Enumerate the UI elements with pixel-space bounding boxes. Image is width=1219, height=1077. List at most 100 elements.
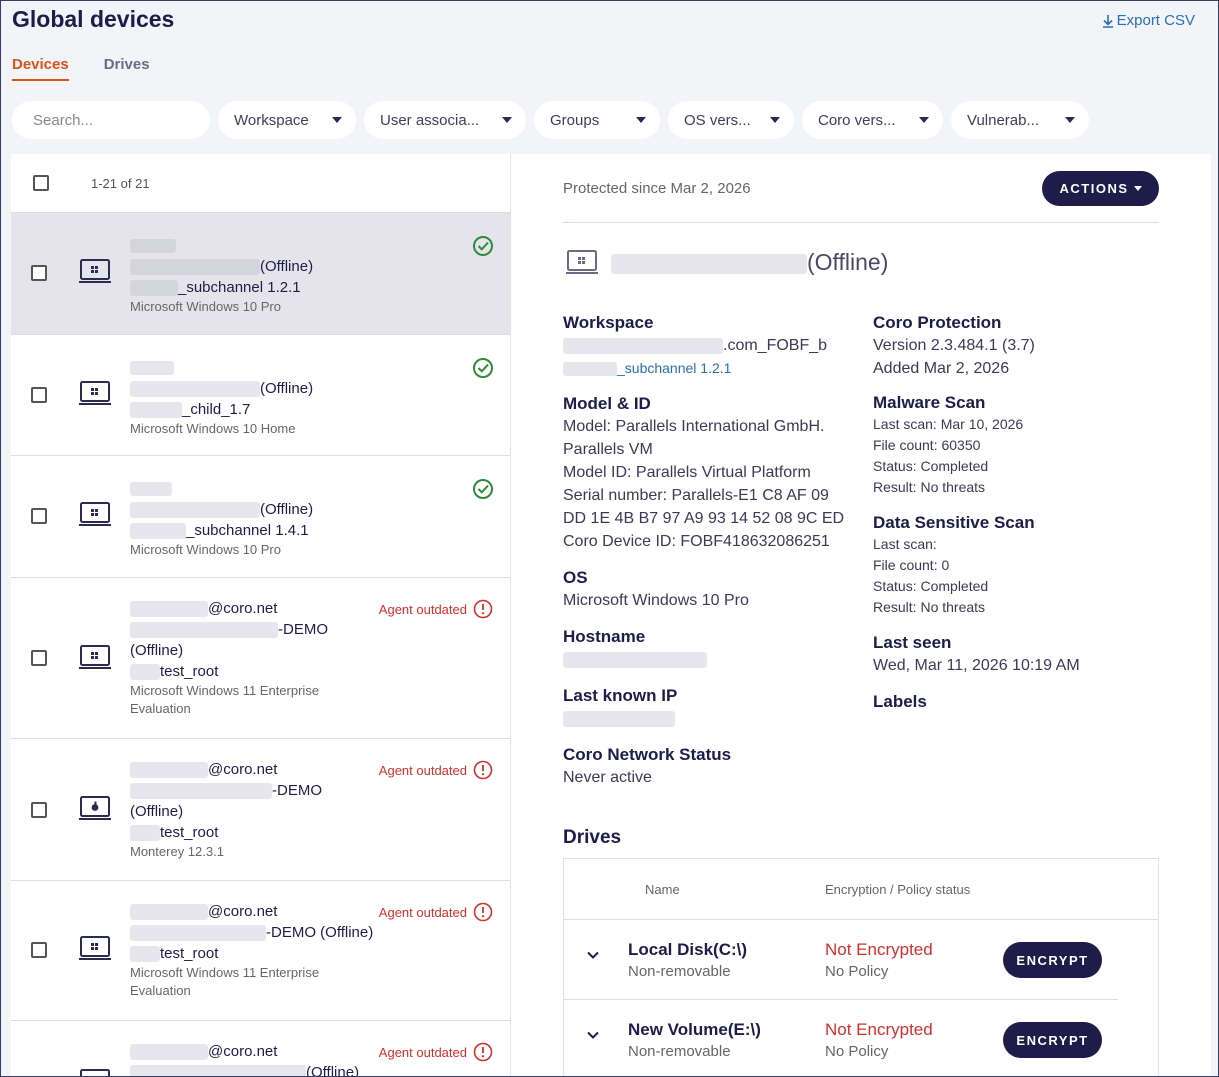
coro-protection-heading: Coro Protection [873, 313, 1002, 332]
agent-outdated-label: Agent outdated [378, 904, 467, 920]
network-status-heading: Coro Network Status [563, 745, 732, 764]
agent-outdated-badge: Agent outdated [379, 1042, 493, 1062]
agent-outdated-label: Agent outdated [378, 1044, 467, 1060]
groups-filter[interactable]: Groups [534, 101, 660, 139]
device-user: @coro.net [208, 903, 278, 920]
serial-number: Serial number: Parallels-E1 C8 AF 09 [563, 487, 829, 504]
workspace-value: .com_FOBF_b [723, 337, 828, 354]
warning-icon [473, 1042, 493, 1062]
dss-status: Status: Completed [873, 578, 989, 594]
policy-status: No Policy [825, 963, 889, 980]
model-line: Parallels VM [563, 441, 653, 458]
apple-laptop-icon [79, 796, 111, 820]
device-title-status: (Offline) [807, 249, 889, 275]
user-association-filter[interactable]: User associa... [364, 101, 526, 139]
drive-type: Non-removable [628, 1043, 731, 1060]
page-title: Global devices [12, 6, 175, 32]
device-row[interactable]: @coro.net -DEMO (Offline) test_root Micr… [11, 578, 510, 739]
vulnerability-filter[interactable]: Vulnerab... [951, 101, 1089, 139]
windows-laptop-icon [566, 249, 598, 274]
device-row[interactable]: @coro.net -DEMO (Offline) test_root Mont… [11, 739, 510, 881]
coro-version-filter[interactable]: Coro vers... [802, 101, 943, 139]
windows-laptop-icon [79, 936, 111, 960]
caret-down-icon [919, 117, 929, 123]
model-line: Model: Parallels International GmbH. [563, 418, 825, 435]
tab-devices[interactable]: Devices [12, 56, 69, 81]
export-csv-label: Export CSV [1116, 12, 1195, 29]
device-workspace: _subchannel 1.4.1 [186, 522, 309, 539]
encryption-status: Not Encrypted [825, 940, 933, 959]
select-all-checkbox[interactable] [33, 175, 49, 191]
row-checkbox[interactable] [31, 942, 47, 958]
caret-down-icon [1065, 117, 1075, 123]
workspace-link[interactable]: _subchannel 1.2.1 [563, 357, 853, 379]
device-os: Microsoft Windows 11 Enterprise [130, 683, 320, 698]
device-list: 1-21 of 21 (Offline) _subchannel 1.2.1 M… [11, 154, 511, 1077]
os-value: Microsoft Windows 10 Pro [563, 592, 749, 609]
encrypt-button[interactable]: ENCRYPT [1003, 942, 1102, 978]
hostname-heading: Hostname [563, 627, 646, 646]
last-seen-heading: Last seen [873, 633, 952, 652]
policy-status: No Policy [825, 1043, 889, 1060]
workspace-filter[interactable]: Workspace [218, 101, 356, 139]
model-id: Model ID: Parallels Virtual Platform [563, 464, 811, 481]
device-row[interactable]: @coro.net (Offline) Agent outdated [11, 1021, 510, 1077]
chevron-down-icon[interactable] [586, 950, 600, 960]
drive-row: Local Disk(C:\) Non-removable Not Encrypt… [564, 920, 1118, 1000]
vulnerability-filter-label: Vulnerab... [967, 111, 1039, 129]
labels-heading: Labels [873, 692, 927, 711]
device-os: Microsoft Windows 10 Pro [130, 542, 281, 557]
device-info: @coro.net -DEMO (Offline) test_root Mont… [130, 759, 322, 861]
caret-down-icon [332, 117, 342, 123]
device-row[interactable]: (Offline) _subchannel 1.4.1 Microsoft Wi… [11, 456, 510, 578]
actions-button[interactable]: ACTIONS [1042, 171, 1159, 206]
row-checkbox[interactable] [31, 650, 47, 666]
device-host: -DEMO [278, 621, 328, 638]
row-checkbox[interactable] [31, 802, 47, 818]
os-version-filter[interactable]: OS vers... [668, 101, 794, 139]
row-checkbox[interactable] [31, 387, 47, 403]
device-user: @coro.net [208, 600, 278, 617]
warning-icon [473, 902, 493, 922]
workspace-link-text: _subchannel 1.2.1 [617, 360, 732, 376]
coro-device-id: Coro Device ID: FOBF418632086251 [563, 533, 830, 550]
search-input[interactable]: Search... [12, 101, 210, 139]
device-row[interactable]: (Offline) _child_1.7 Microsoft Windows 1… [11, 335, 510, 456]
device-status: (Offline) [130, 642, 184, 659]
workspace-filter-label: Workspace [234, 111, 309, 129]
export-csv-button[interactable]: Export CSV [1102, 12, 1195, 29]
device-workspace: _subchannel 1.2.1 [178, 279, 301, 296]
device-status: (Offline) [260, 380, 314, 397]
agent-outdated-label: Agent outdated [378, 601, 467, 617]
device-info: @coro.net -DEMO (Offline) test_root Micr… [130, 598, 328, 718]
agent-outdated-badge: Agent outdated [379, 760, 493, 780]
agent-outdated-label: Agent outdated [378, 762, 467, 778]
malware-result: Result: No threats [873, 479, 986, 495]
caret-down-icon [770, 117, 780, 123]
encrypt-button[interactable]: ENCRYPT [1003, 1022, 1102, 1058]
malware-file-count: File count: 60350 [873, 437, 981, 453]
device-row[interactable]: @coro.net -DEMO (Offline) test_root Micr… [11, 881, 510, 1021]
download-icon [1102, 14, 1113, 28]
last-ip-heading: Last known IP [563, 686, 678, 705]
actions-label: ACTIONS [1059, 181, 1129, 196]
device-title: (Offline) [565, 249, 888, 276]
dss-last-scan: Last scan: [873, 536, 937, 552]
device-row[interactable]: (Offline) _subchannel 1.2.1 Microsoft Wi… [11, 213, 510, 335]
device-status: (Offline) [306, 1064, 360, 1077]
caret-down-icon [1133, 186, 1142, 191]
dss-file-count: File count: 0 [873, 557, 950, 573]
row-checkbox[interactable] [31, 265, 47, 281]
tab-drives[interactable]: Drives [104, 56, 150, 81]
coro-version: Version 2.3.484.1 (3.7) [873, 337, 1035, 354]
drives-table-header: Name Encryption / Policy status [564, 859, 1158, 920]
windows-laptop-icon [80, 1069, 110, 1077]
row-checkbox[interactable] [31, 508, 47, 524]
chevron-down-icon[interactable] [586, 1030, 600, 1040]
device-host: -DEMO [272, 782, 322, 799]
caret-down-icon [502, 117, 512, 123]
warning-icon [473, 760, 493, 780]
coro-added: Added Mar 2, 2026 [873, 360, 1010, 377]
divider [563, 222, 1159, 223]
agent-outdated-badge: Agent outdated [379, 599, 493, 619]
